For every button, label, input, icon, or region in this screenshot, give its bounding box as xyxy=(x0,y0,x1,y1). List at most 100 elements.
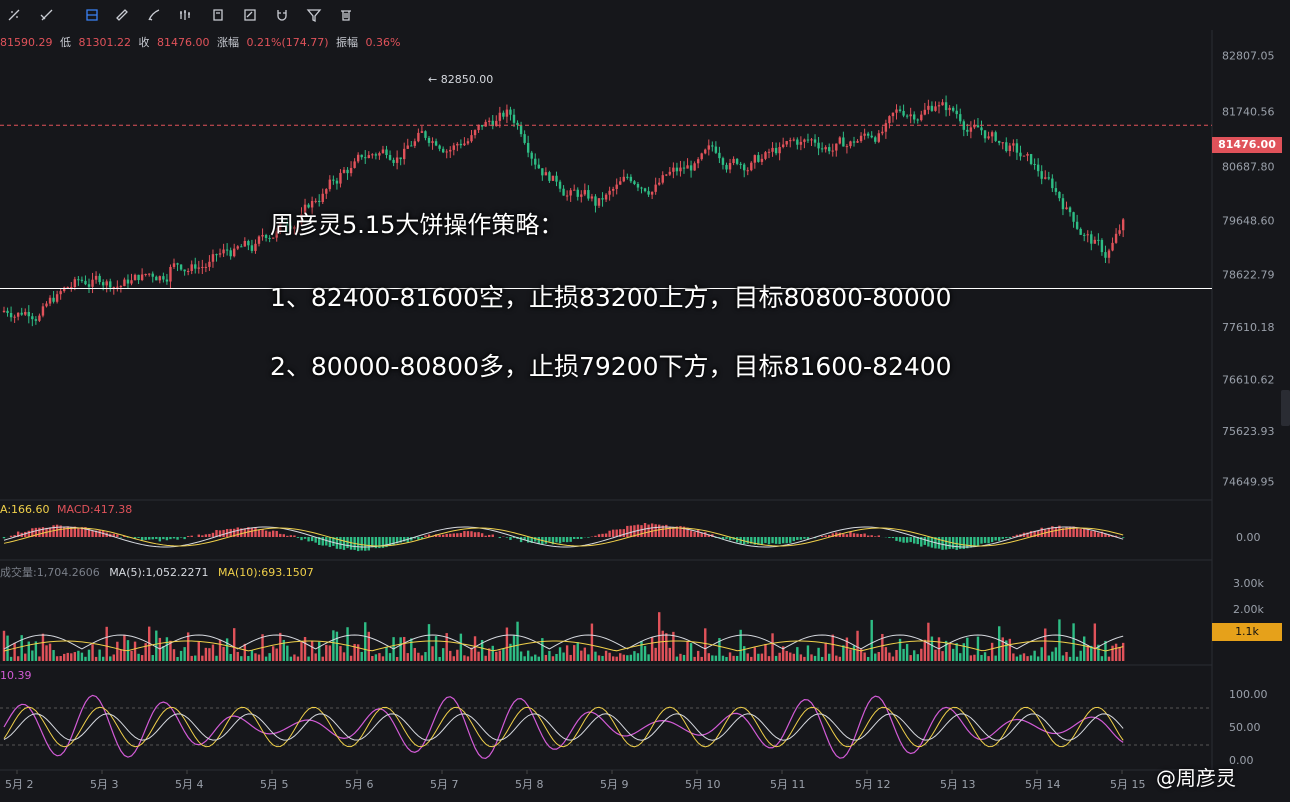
filter-icon[interactable] xyxy=(304,5,324,25)
volume-bar xyxy=(109,656,112,661)
current-price-tag: 81476.00 xyxy=(1212,137,1282,153)
volume-bar xyxy=(597,655,601,661)
volume-bar xyxy=(1079,650,1082,661)
volume-bar xyxy=(1029,655,1033,661)
fib-icon[interactable] xyxy=(82,5,102,25)
bars-pattern-icon[interactable] xyxy=(176,5,196,25)
candle-body xyxy=(80,279,84,281)
macd-bar xyxy=(658,524,661,537)
panel-collapse-handle[interactable] xyxy=(1281,390,1290,426)
candle-body xyxy=(473,130,477,136)
volume-bar xyxy=(395,656,399,661)
candle-body xyxy=(236,246,239,249)
volume-bar xyxy=(431,646,434,661)
macd-bar xyxy=(923,537,927,545)
candle-body xyxy=(771,147,774,152)
volume-bar xyxy=(604,650,608,661)
magnet-icon[interactable] xyxy=(272,5,292,25)
candle-body xyxy=(431,141,434,143)
candle-body xyxy=(1008,145,1012,152)
candle-body xyxy=(672,167,675,172)
macd-bar xyxy=(587,537,590,538)
candle-body xyxy=(1033,163,1036,165)
candle-body xyxy=(640,187,643,189)
macd-bar xyxy=(158,537,162,542)
note-icon[interactable] xyxy=(208,5,228,25)
candle-body xyxy=(509,109,512,115)
brush-icon[interactable] xyxy=(144,5,164,25)
macd-bar xyxy=(480,533,484,537)
candle-body xyxy=(38,315,41,321)
volume-bar xyxy=(505,627,509,661)
candle-body xyxy=(2,310,6,312)
candle-body xyxy=(998,140,1001,143)
macd-bar xyxy=(927,537,930,547)
candle-body xyxy=(254,243,257,251)
volume-bar xyxy=(519,651,523,661)
candle-body xyxy=(1047,177,1050,179)
candle-body xyxy=(1044,177,1047,179)
volume-ma10-label: MA(10):693.1507 xyxy=(217,566,314,579)
candle-body xyxy=(172,263,176,267)
macd-bar xyxy=(325,537,328,546)
volume-bar xyxy=(243,643,247,661)
macd-bar xyxy=(909,537,912,543)
volume-bar xyxy=(45,645,48,661)
volume-bar xyxy=(849,649,852,661)
trash-icon[interactable] xyxy=(336,5,356,25)
volume-bar xyxy=(1107,656,1111,661)
volume-bar xyxy=(24,653,27,661)
macd-bar xyxy=(526,537,530,543)
volume-bar xyxy=(417,652,420,661)
candle-body xyxy=(84,280,87,285)
macd-bar xyxy=(781,537,785,544)
volume-bar xyxy=(94,656,98,661)
volume-bar xyxy=(218,639,222,661)
candle-body xyxy=(633,181,636,185)
trend-line-icon[interactable] xyxy=(37,5,57,25)
candle-body xyxy=(342,169,346,173)
macd-bar xyxy=(1012,536,1015,537)
candle-body xyxy=(686,165,689,169)
candle-body xyxy=(838,137,842,144)
macd-bar xyxy=(463,531,466,537)
macd-bar xyxy=(509,537,512,540)
candle-body xyxy=(463,143,466,146)
crosshair-icon[interactable] xyxy=(4,5,24,25)
chart-canvas[interactable]: 82807.05 81740.56 80687.80 79648.60 78622.79… xyxy=(0,0,1290,802)
candle-body xyxy=(718,152,721,159)
volume-bar xyxy=(286,645,289,661)
candle-body xyxy=(374,154,378,156)
macd-value-label: MACD:417.38 xyxy=(57,503,133,516)
candle-body xyxy=(1079,228,1082,235)
macd-bar xyxy=(55,524,59,537)
volume-bar xyxy=(307,656,310,661)
macd-bar xyxy=(789,537,792,543)
volume-bar xyxy=(349,655,353,661)
candle-body xyxy=(842,137,845,147)
macd-bar xyxy=(604,533,608,537)
volume-bar xyxy=(162,645,165,661)
candle-body xyxy=(126,279,130,284)
volume-bar xyxy=(342,652,346,661)
price-tick-label: 77610.18 xyxy=(1222,321,1275,334)
macd-bar xyxy=(980,537,983,544)
text-edit-icon[interactable] xyxy=(240,5,260,25)
candle-body xyxy=(739,163,742,165)
macd-bar xyxy=(948,537,951,549)
volume-bar xyxy=(629,654,633,661)
candle-body xyxy=(519,125,523,135)
volume-bar xyxy=(923,639,927,661)
volume-bar xyxy=(77,650,80,661)
ruler-icon[interactable] xyxy=(112,5,132,25)
candle-body xyxy=(169,266,172,282)
volume-bar xyxy=(930,636,934,661)
volume-bar xyxy=(225,638,229,661)
candle-body xyxy=(133,274,137,281)
volume-bar xyxy=(456,649,459,661)
candle-body xyxy=(654,184,657,192)
macd-bar xyxy=(186,536,190,537)
candle-body xyxy=(866,133,870,136)
candle-body xyxy=(459,143,463,146)
candle-body xyxy=(6,310,9,313)
